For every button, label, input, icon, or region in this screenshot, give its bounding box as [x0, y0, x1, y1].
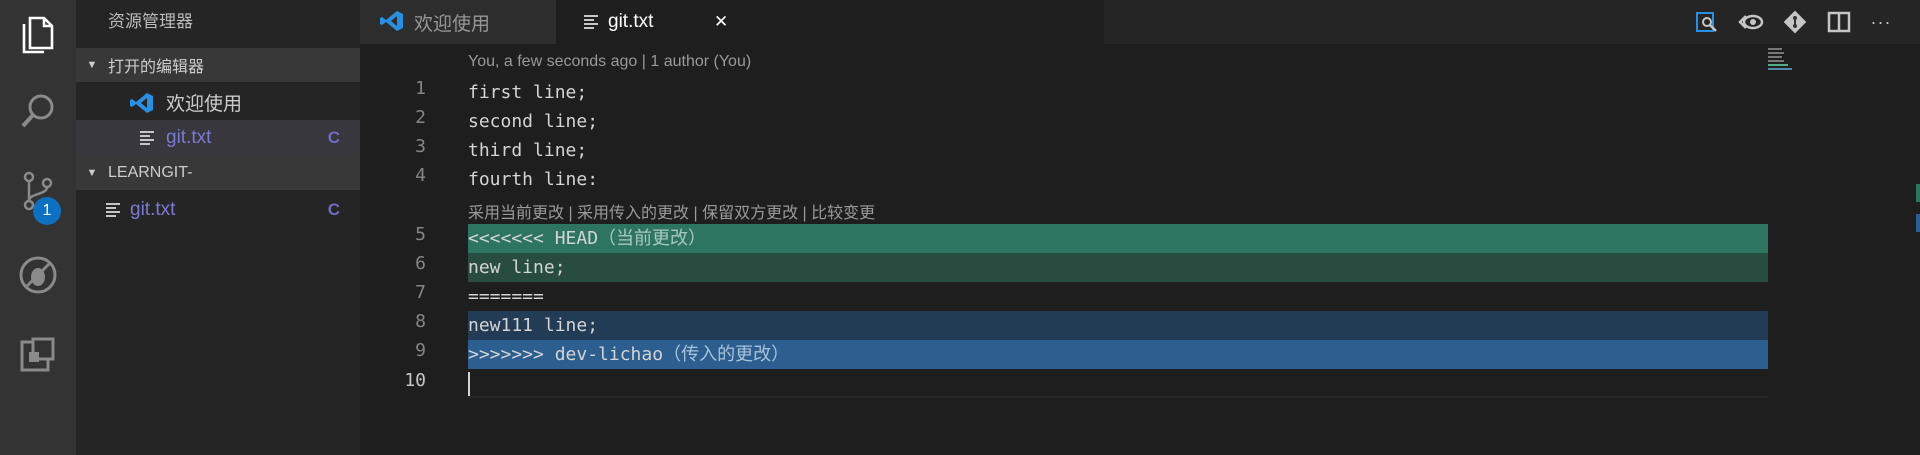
tab-welcome[interactable]: 欢迎使用 [360, 0, 556, 44]
project-item-git-txt[interactable]: git.txt C [76, 192, 360, 228]
open-editors-section[interactable]: ▼ 打开的编辑器 [76, 48, 360, 82]
overview-ruler-incoming [1916, 214, 1920, 232]
editor[interactable]: You, a few seconds ago | 1 author (You) … [360, 44, 1920, 455]
git-icon[interactable] [1782, 10, 1808, 34]
file-lines-icon [140, 130, 154, 152]
previous-change-icon[interactable] [1738, 10, 1764, 34]
activity-bar: 1 [0, 0, 76, 455]
tab-bar: 欢迎使用 git.txt ✕ ··· [360, 0, 1920, 44]
tab-git-txt[interactable]: git.txt ✕ [556, 0, 1104, 44]
line-number: 5 [415, 224, 426, 245]
minimap[interactable] [1768, 48, 1798, 72]
extensions-icon[interactable] [0, 320, 76, 390]
project-label: LEARNGIT- [108, 164, 193, 181]
sidebar-title: 资源管理器 [108, 12, 193, 31]
project-file-label: git.txt [130, 199, 176, 220]
code-text: <<<<<<< HEAD [468, 228, 599, 249]
split-editor-icon[interactable] [1826, 10, 1852, 34]
merge-conflict-actions[interactable]: 采用当前更改 | 采用传入的更改 | 保留双方更改 | 比较变更 [468, 199, 875, 223]
conflict-status: C [327, 200, 340, 219]
code-line: new111 line; [468, 311, 1768, 340]
conflict-separator: ======= [468, 286, 544, 307]
code-line: first line; [468, 82, 588, 103]
code-line: second line; [468, 111, 599, 132]
chevron-down-icon: ▼ [86, 59, 98, 71]
line-number: 9 [415, 340, 426, 361]
line-number: 8 [415, 311, 426, 332]
incoming-change-label: （传入的更改） [663, 344, 790, 365]
tab-label: git.txt [608, 11, 654, 32]
open-editor-label: git.txt [166, 127, 212, 148]
vscode-icon [380, 10, 404, 38]
open-editor-label: 欢迎使用 [166, 93, 243, 115]
current-line-border [468, 396, 1768, 398]
conflict-current-header: <<<<<<< HEAD（当前更改） [468, 224, 1768, 253]
line-number: 7 [415, 282, 426, 303]
more-icon[interactable]: ··· [1868, 10, 1894, 34]
file-lines-icon [584, 14, 598, 36]
line-number: 10 [404, 370, 426, 391]
conflict-status: C [327, 128, 340, 147]
explorer-sidebar: 资源管理器 ▼ 打开的编辑器 欢迎使用 git.txt C ▼ LEARNGIT… [76, 0, 360, 455]
explorer-icon[interactable] [0, 0, 76, 70]
scm-badge: 1 [33, 197, 61, 225]
line-number: 6 [415, 253, 426, 274]
code-line: third line; [468, 140, 588, 161]
project-section[interactable]: ▼ LEARNGIT- [76, 156, 360, 190]
line-number: 3 [415, 136, 426, 157]
code-line: new line; [468, 253, 1768, 282]
vscode-icon [130, 92, 154, 120]
open-editors-label: 打开的编辑器 [108, 59, 205, 76]
open-editor-item-welcome[interactable]: 欢迎使用 [76, 84, 360, 120]
code-line: fourth line: [468, 169, 599, 190]
conflict-incoming-header: >>>>>>> dev-lichao（传入的更改） [468, 340, 1768, 369]
text-cursor [468, 372, 470, 398]
code-text: >>>>>>> dev-lichao [468, 344, 664, 365]
open-editor-item-git-txt[interactable]: git.txt C [76, 120, 360, 156]
git-blame-lens[interactable]: You, a few seconds ago | 1 author (You) [468, 53, 751, 71]
overview-ruler-current [1916, 184, 1920, 202]
debug-icon[interactable] [0, 240, 76, 310]
close-icon[interactable]: ✕ [714, 12, 728, 32]
current-change-label: （当前更改） [598, 228, 707, 249]
open-changes-icon[interactable] [1694, 10, 1720, 34]
chevron-down-icon: ▼ [86, 167, 98, 179]
line-number: 1 [415, 78, 426, 99]
tab-label: 欢迎使用 [414, 13, 491, 35]
line-number: 4 [415, 165, 426, 186]
line-number: 2 [415, 107, 426, 128]
file-lines-icon [106, 202, 120, 224]
search-icon[interactable] [0, 76, 76, 146]
